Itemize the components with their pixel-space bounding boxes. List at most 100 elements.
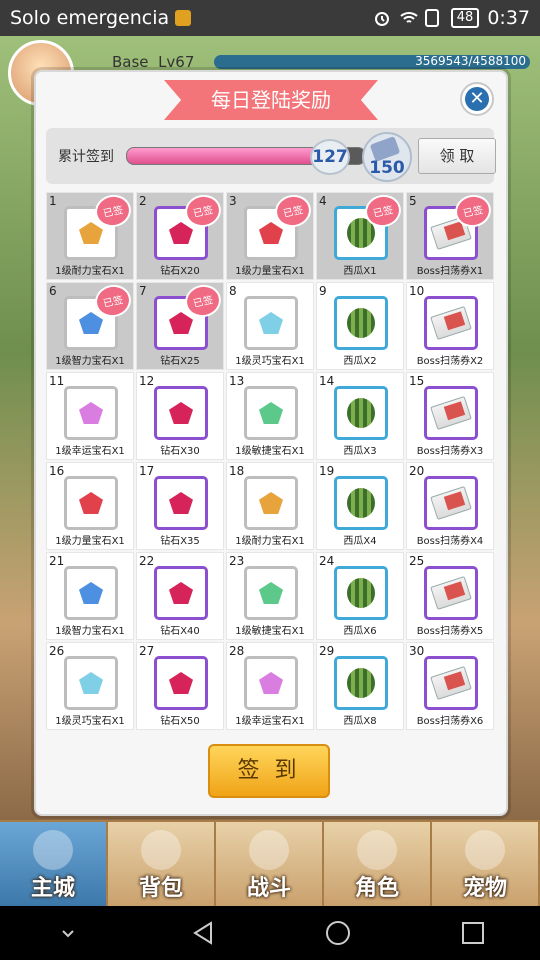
reward-label: 1级敏捷宝石X1 [235,626,305,637]
reward-cell[interactable]: 7 钻石X25 已签 [136,281,224,370]
reward-cell[interactable]: 12 钻石X30 [136,372,224,460]
reward-cell[interactable]: 28 1级幸运宝石X1 [226,642,314,730]
reward-cell[interactable]: 5 Boss扫荡券X1 已签 [406,191,494,280]
nav-item-4[interactable]: 宠物 [432,822,540,908]
reward-label: 西瓜X8 [343,716,377,727]
reward-cell[interactable]: 3 1级力量宝石X1 已签 [226,191,314,280]
reward-cell[interactable]: 11 1级幸运宝石X1 [46,372,134,460]
recents-icon[interactable] [453,913,493,953]
reward-day-number: 10 [409,284,425,298]
reward-cell[interactable]: 17 钻石X35 [136,462,224,550]
reward-item-frame [334,386,388,440]
reward-item-frame [334,656,388,710]
reward-day-number: 2 [139,194,147,208]
reward-day-number: 29 [319,644,335,658]
reward-label: 钻石X25 [160,356,200,367]
reward-cell[interactable]: 18 1级耐力宝石X1 [226,462,314,550]
reward-cell[interactable]: 21 1级智力宝石X1 [46,552,134,640]
reward-day-number: 18 [229,464,245,478]
home-icon[interactable] [318,913,358,953]
dialog-title: 每日登陆奖励 [164,80,378,120]
reward-label: 钻石X40 [160,626,200,637]
reward-cell[interactable]: 19 西瓜X4 [316,462,404,550]
reward-cell[interactable]: 23 1级敏捷宝石X1 [226,552,314,640]
reward-day-number: 30 [409,644,425,658]
reward-cell[interactable]: 9 西瓜X2 [316,282,404,370]
character-icon [357,830,397,870]
reward-label: 钻石X35 [160,536,200,547]
app-notification-icon [175,10,192,26]
reward-item-frame [424,566,478,620]
reward-item-frame [334,566,388,620]
gem-icon [79,402,103,424]
reward-cell[interactable]: 25 Boss扫荡券X5 [406,552,494,640]
reward-label: 1级智力宝石X1 [55,356,125,367]
reward-cell[interactable]: 2 钻石X20 已签 [136,191,224,280]
reward-label: Boss扫荡券X3 [416,446,484,457]
back-icon[interactable] [183,913,223,953]
reward-day-number: 4 [319,194,327,208]
reward-grid: 1 1级耐力宝石X1 已签 2 钻石X20 已签 3 1级力量宝石X1 已签 4 西瓜X1 已签 5 Bo… [46,191,496,732]
reward-day-number: 1 [49,194,57,208]
reward-cell[interactable]: 29 西瓜X8 [316,642,404,730]
reward-cell[interactable]: 24 西瓜X6 [316,552,404,640]
reward-label: 西瓜X1 [343,266,377,277]
reward-cell[interactable]: 22 钻石X40 [136,552,224,640]
reward-label: 西瓜X3 [343,446,377,457]
reward-day-number: 28 [229,644,245,658]
cumulative-signin-label: 累计签到 [58,149,114,165]
reward-label: Boss扫荡券X4 [416,536,484,547]
carrier-name: Solo emergencia [10,7,170,29]
reward-item-frame [64,476,118,530]
reward-label: 1级幸运宝石X1 [235,716,305,727]
reward-cell[interactable]: 1 1级耐力宝石X1 已签 [46,191,134,280]
reward-day-number: 11 [49,374,65,388]
reward-label: Boss扫荡券X6 [416,716,484,727]
nav-item-2[interactable]: 战斗 [216,822,324,908]
nav-item-label: 角色 [354,876,399,901]
pet-icon [465,830,505,870]
reward-cell[interactable]: 26 1级灵巧宝石X1 [46,642,134,730]
reward-label: 1级力量宝石X1 [55,536,125,547]
nav-item-3[interactable]: 角色 [324,822,432,908]
exp-bar: 3569543/4588100 [214,54,530,69]
nav-item-0[interactable]: 主城 [0,822,108,908]
reward-day-number: 5 [409,194,417,208]
reward-item-frame [244,566,298,620]
nav-item-1[interactable]: 背包 [108,822,216,908]
sign-in-button[interactable]: 签 到 [208,744,330,798]
chevron-down-icon[interactable] [48,913,88,953]
reward-cell[interactable]: 13 1级敏捷宝石X1 [226,372,314,460]
reward-day-number: 16 [49,464,65,478]
reward-label: 西瓜X2 [343,356,377,367]
crossed-swords-icon [249,830,289,870]
sweep-ticket-icon [430,576,472,610]
reward-day-number: 22 [139,554,155,568]
reward-item-frame [64,656,118,710]
reward-cell[interactable]: 27 钻石X50 [136,642,224,730]
reward-item-frame [244,656,298,710]
reward-day-number: 23 [229,554,245,568]
reward-day-number: 13 [229,374,245,388]
reward-cell[interactable]: 16 1级力量宝石X1 [46,462,134,550]
reward-day-number: 19 [319,464,335,478]
watermelon-icon [347,308,375,338]
nav-item-label: 背包 [138,876,183,901]
reward-cell[interactable]: 14 西瓜X3 [316,372,404,460]
claim-button[interactable]: 领 取 [418,138,496,174]
reward-cell[interactable]: 30 Boss扫荡券X6 [406,642,494,730]
reward-cell[interactable]: 10 Boss扫荡券X2 [406,282,494,370]
reward-item-frame [424,656,478,710]
reward-day-number: 6 [49,284,57,298]
reward-cell[interactable]: 4 西瓜X1 已签 [316,191,404,280]
reward-label: 1级灵巧宝石X1 [55,716,125,727]
reward-cell[interactable]: 15 Boss扫荡券X3 [406,372,494,460]
reward-cell[interactable]: 8 1级灵巧宝石X1 [226,282,314,370]
reward-label: 钻石X50 [160,716,200,727]
reward-label: 1级灵巧宝石X1 [235,356,305,367]
reward-cell[interactable]: 20 Boss扫荡券X4 [406,462,494,550]
gem-icon [259,312,283,334]
reward-cell[interactable]: 6 1级智力宝石X1 已签 [46,281,134,370]
battery-indicator: 48 [450,8,480,28]
close-button[interactable]: ✕ [460,82,494,116]
